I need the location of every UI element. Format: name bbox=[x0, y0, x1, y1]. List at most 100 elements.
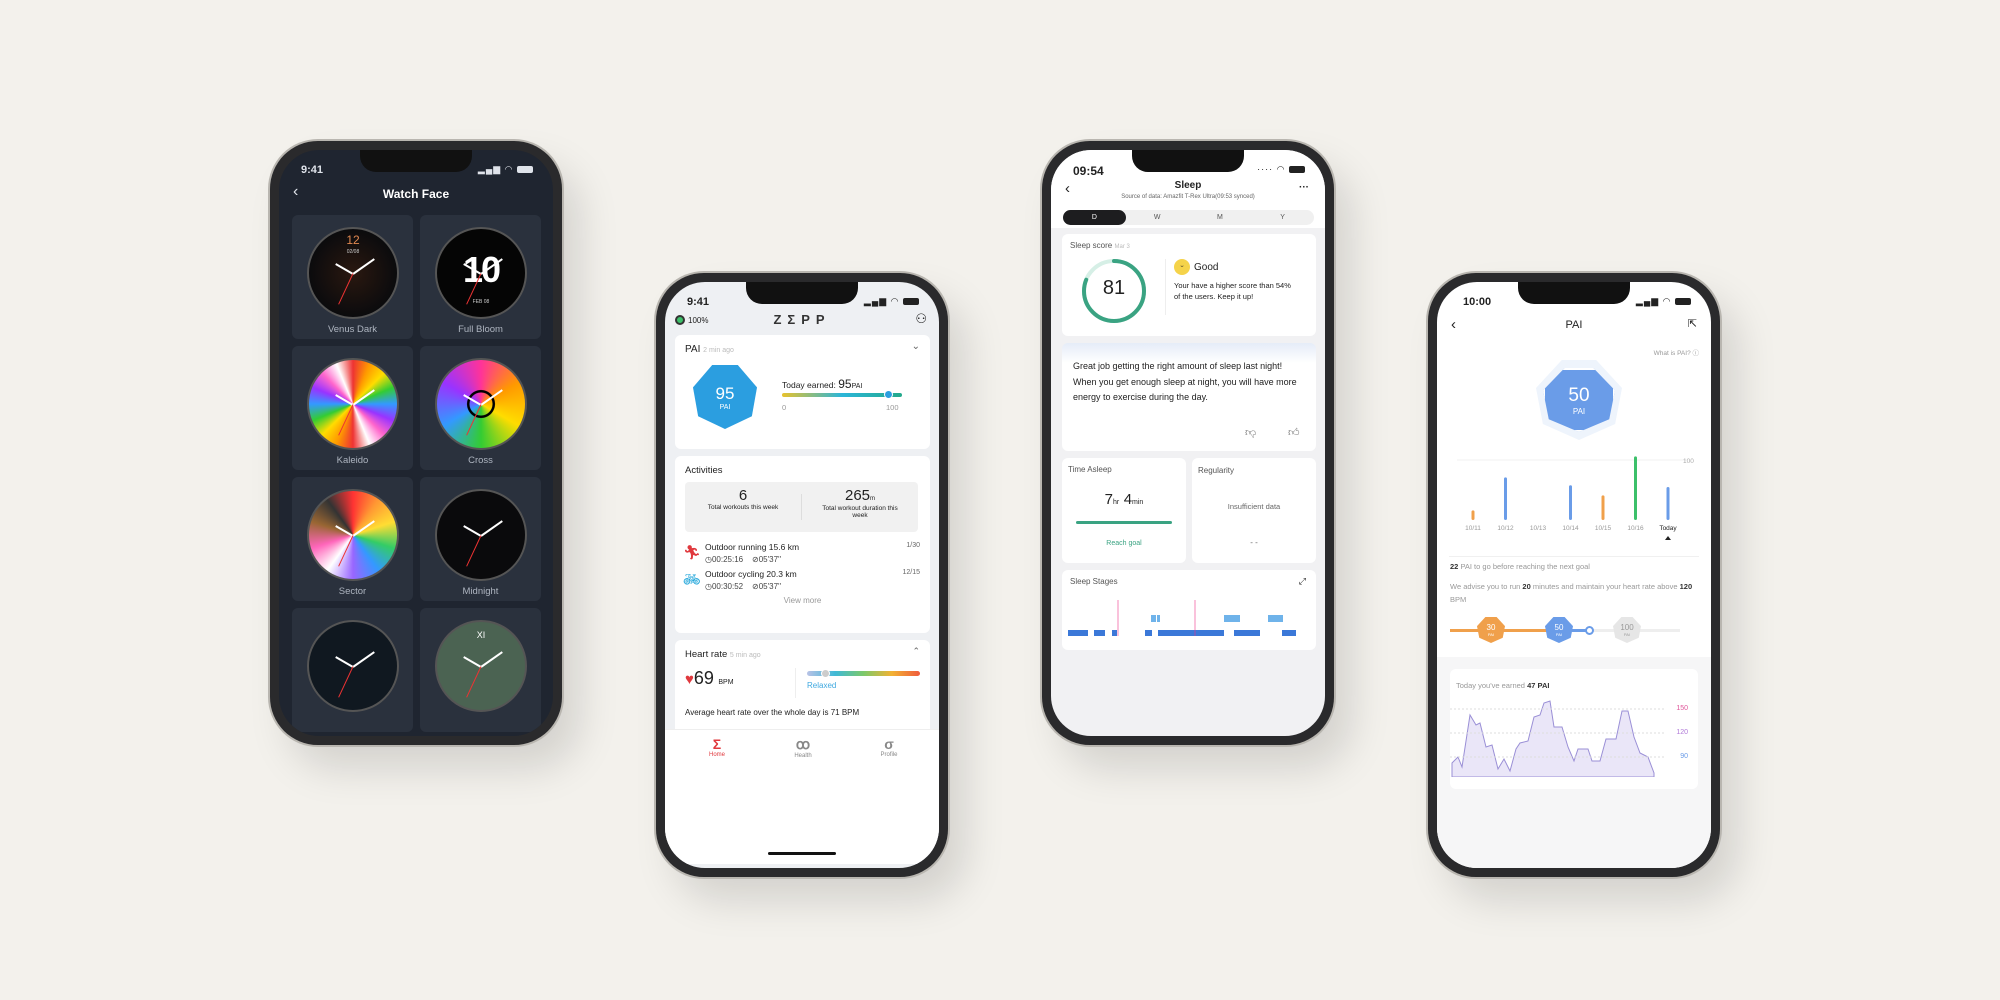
pai-progress-bar bbox=[782, 390, 902, 399]
progress-max: 100 bbox=[886, 403, 899, 412]
activity-item[interactable]: 🏃︎ Outdoor running 15.6 km ◷00:25:16 ⊘05… bbox=[683, 542, 920, 568]
bar-label: Today bbox=[1659, 525, 1677, 532]
page-title: PAI bbox=[1565, 319, 1583, 331]
watch-face-card[interactable]: XI bbox=[420, 608, 541, 732]
activity-pace: 05'37'' bbox=[758, 555, 782, 564]
what-is-pai-link[interactable]: What is PAI? ⓘ bbox=[1654, 347, 1699, 357]
tab-label: Home bbox=[708, 752, 725, 758]
watch-face-card[interactable]: 10 FEB 08 Full Bloom bbox=[420, 215, 541, 339]
hr-tick-label: 120 bbox=[1676, 729, 1688, 736]
thumbs-down-icon[interactable]: 👎︎ bbox=[1245, 426, 1256, 439]
status-icons: ▂▄▆ ◠ bbox=[864, 296, 919, 307]
period-tab-W[interactable]: W bbox=[1126, 210, 1189, 225]
expand-icon[interactable]: ⤢ bbox=[1299, 576, 1306, 587]
regularity-status: Insufficient data bbox=[1227, 502, 1281, 511]
bar-label: 10/16 bbox=[1627, 525, 1644, 532]
activities-title: Activities bbox=[685, 465, 723, 476]
pai-level-badge: 30 PAI bbox=[1477, 617, 1505, 643]
activity-name: Outdoor cycling 20.3 km bbox=[705, 569, 797, 579]
activity-time: 00:30:52 bbox=[711, 582, 744, 591]
regularity-card[interactable]: Regularity Insufficient data - - bbox=[1192, 458, 1316, 563]
notch bbox=[1518, 282, 1630, 304]
heart-icon: ♥ bbox=[685, 671, 694, 688]
watch-face-name: Full Bloom bbox=[458, 324, 503, 335]
tab-health[interactable]: ꝏ Health bbox=[763, 736, 843, 759]
watch-face-preview bbox=[435, 358, 527, 450]
watch-face-name: Cross bbox=[468, 455, 493, 466]
time-asleep-card[interactable]: Time Asleep 7hr 4min Reach goal bbox=[1062, 458, 1186, 563]
watch-face-card[interactable]: Sector bbox=[292, 477, 413, 601]
watch-face-card[interactable]: Cross bbox=[420, 346, 541, 470]
watch-face-preview: 12 02/08 bbox=[307, 227, 399, 319]
pai-bar bbox=[1634, 456, 1637, 520]
chevron-down-icon[interactable]: ⌄ bbox=[912, 341, 920, 352]
pai-bar-chart: 100 10/11 10/12 10/13 10/14 10/15 10/16 Today bbox=[1457, 456, 1694, 540]
tab-label: Health bbox=[794, 753, 812, 759]
more-icon[interactable]: ··· bbox=[1299, 182, 1309, 193]
chevron-up-icon[interactable]: ⌃ bbox=[912, 646, 920, 657]
advice-text: We advise you to run 20 minutes and main… bbox=[1450, 582, 1693, 604]
tab-profile[interactable]: σ Profile bbox=[849, 736, 929, 758]
phone-pai: 10:00 ▂▄▆ ◠ ‹ PAI ⇱ What is PAI? ⓘ 50 PAI… bbox=[1428, 273, 1720, 877]
sleep-stages-card[interactable]: Sleep Stages ⤢ bbox=[1062, 570, 1316, 650]
activities-card[interactable]: Activities 6 Total workouts this week 265… bbox=[675, 456, 930, 633]
to-go-value: 22 bbox=[1450, 562, 1459, 571]
view-more-link[interactable]: View more bbox=[675, 596, 930, 605]
asleep-status: Reach goal bbox=[1106, 540, 1142, 547]
share-icon[interactable]: ⇱ bbox=[1688, 317, 1697, 330]
heart-value: 69 bbox=[693, 668, 714, 688]
regularity-value: - - bbox=[1250, 538, 1258, 547]
earned-prefix: Today you've earned bbox=[1456, 681, 1525, 690]
advice-text: Great job getting the right amount of sl… bbox=[1073, 361, 1297, 402]
zepp-logo: ZΣPP bbox=[773, 312, 831, 327]
bar-label: 10/12 bbox=[1497, 525, 1514, 532]
watch-face-card[interactable] bbox=[292, 608, 413, 732]
sleep-stages-chart bbox=[1068, 600, 1296, 636]
help-label: What is PAI? bbox=[1653, 350, 1691, 357]
status-icons: ▂▄▆ ◠ bbox=[478, 164, 533, 175]
tab-home[interactable]: Σ Home bbox=[677, 736, 757, 758]
progress-knob bbox=[884, 390, 893, 399]
pai-bar bbox=[1471, 510, 1475, 520]
progress-min: 0 bbox=[782, 403, 787, 412]
watch-face-card[interactable]: Kaleido bbox=[292, 346, 413, 470]
phone-watch-face: 9:41 ▂▄▆ ◠ ‹ Watch Face 12 02/08 Venus D… bbox=[270, 141, 562, 745]
asleep-title: Time Asleep bbox=[1068, 465, 1112, 474]
bar-label: 10/14 bbox=[1562, 525, 1579, 532]
hr-tick-label: 150 bbox=[1676, 705, 1688, 712]
heart-unit: BPM bbox=[718, 679, 734, 686]
selected-marker bbox=[1665, 536, 1671, 540]
duration-label: Total workout duration this week bbox=[822, 505, 898, 519]
earned-unit: PAI bbox=[851, 383, 863, 390]
heart-state: Relaxed bbox=[807, 681, 837, 690]
notch bbox=[746, 282, 858, 304]
sleep-advice-card: Great job getting the right amount of sl… bbox=[1062, 343, 1316, 451]
period-tab-Y[interactable]: Y bbox=[1251, 210, 1314, 225]
status-time: 9:41 bbox=[687, 296, 710, 308]
activity-name: Outdoor running 15.6 km bbox=[705, 542, 800, 552]
earned-value: 47 PAI bbox=[1527, 681, 1550, 690]
period-tab-D[interactable]: D bbox=[1063, 210, 1126, 225]
watch-face-preview bbox=[307, 489, 399, 581]
profile-icon: σ bbox=[884, 736, 894, 752]
grid-menu-icon[interactable]: ⚇ bbox=[915, 311, 927, 327]
pai-unit: PAI bbox=[1572, 406, 1586, 416]
status-icons: ▂▄▆ ◠ bbox=[1636, 296, 1691, 307]
watch-face-card[interactable]: Midnight bbox=[420, 477, 541, 601]
watch-face-name: Venus Dark bbox=[327, 324, 378, 335]
activity-pace: 05'37'' bbox=[758, 582, 782, 591]
period-tab-M[interactable]: M bbox=[1189, 210, 1252, 225]
sleep-score-card[interactable]: Sleep score Mar 3 81 ᵕ Good Your have a … bbox=[1062, 234, 1316, 336]
bar-label: 10/15 bbox=[1595, 525, 1612, 532]
pai-card[interactable]: PAI 2 min ago ⌄ 95 PAI Today earned: 95PA… bbox=[675, 335, 930, 449]
activity-item[interactable]: 🚲︎ Outdoor cycling 20.3 km ◷00:30:52 ⊘05… bbox=[683, 569, 920, 595]
bar-label: 10/11 bbox=[1465, 525, 1481, 532]
heart-title: Heart rate bbox=[685, 649, 728, 660]
pai-level-badge: 50 PAI bbox=[1545, 617, 1573, 643]
asleep-hours: 7 bbox=[1104, 491, 1114, 508]
thumbs-up-icon[interactable]: 👍︎ bbox=[1288, 426, 1300, 439]
pai-bar bbox=[1504, 477, 1507, 520]
pai-bar bbox=[1569, 485, 1572, 520]
watch-face-card[interactable]: 12 02/08 Venus Dark bbox=[292, 215, 413, 339]
hr-tick-label: 90 bbox=[1680, 753, 1688, 760]
